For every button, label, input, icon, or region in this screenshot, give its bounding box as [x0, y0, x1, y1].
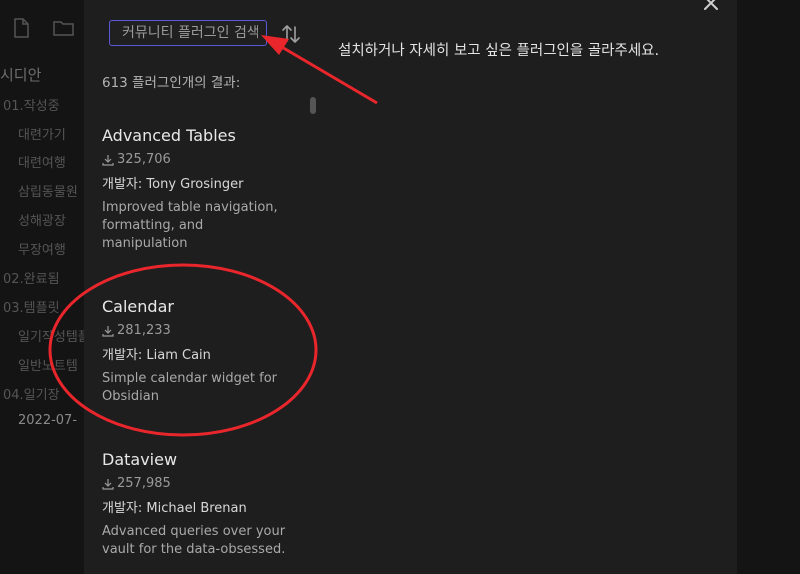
vault-sidebar: 시디안 01.작성중 대련가기 대련여행 삼립동물원 성해광장 무장여행 02.…	[0, 0, 84, 574]
vault-name: 시디안	[0, 66, 42, 84]
plugin-description: Improved table navigation, formatting, a…	[102, 200, 278, 251]
background-workspace	[737, 0, 800, 574]
tree-file[interactable]: 2022-07-	[18, 413, 77, 428]
download-count: 257,985	[117, 476, 171, 491]
close-icon[interactable]	[702, 0, 720, 12]
detail-instruction: 설치하거나 자세히 보고 싶은 플러그인을 골라주세요.	[338, 43, 660, 59]
plugin-name: Calendar	[102, 297, 174, 316]
tree-file[interactable]: 성해광장	[18, 210, 66, 229]
download-icon	[102, 326, 114, 337]
plugin-search-input[interactable]	[109, 20, 267, 46]
tree-file[interactable]: 무장여행	[18, 239, 66, 258]
tree-file[interactable]: 일기작성템플	[18, 326, 84, 345]
plugin-downloads: 281,233	[102, 323, 302, 339]
tree-file[interactable]: 삼립동물원	[18, 181, 78, 200]
tree-folder[interactable]: 03.템플릿	[3, 297, 60, 316]
download-icon	[102, 155, 114, 166]
tree-file[interactable]: 대련가기	[18, 124, 66, 143]
download-count: 281,233	[117, 323, 171, 338]
plugin-description: Advanced queries over your vault for the…	[102, 524, 286, 557]
plugin-name: Advanced Tables	[102, 126, 236, 145]
download-icon	[102, 479, 114, 490]
tree-folder[interactable]: 04.일기장	[3, 384, 60, 403]
plugin-item-advanced-tables[interactable]: Advanced Tables 325,706 개발자: Tony Grosin…	[102, 126, 302, 253]
plugin-item-calendar[interactable]: Calendar 281,233 개발자: Liam Cain Simple c…	[102, 297, 302, 406]
results-count: 613 플러그인개의 결과:	[102, 75, 241, 91]
plugin-author: 개발자: Tony Grosinger	[102, 177, 244, 192]
scrollbar-thumb[interactable]	[310, 97, 316, 114]
file-icon[interactable]	[12, 18, 30, 38]
plugin-author: 개발자: Liam Cain	[102, 348, 211, 363]
plugin-description: Simple calendar widget for Obsidian	[102, 371, 278, 404]
plugin-name: Dataview	[102, 450, 178, 469]
tree-file[interactable]: 일반노트템	[18, 355, 78, 374]
download-count: 325,706	[117, 152, 171, 167]
plugin-downloads: 257,985	[102, 476, 302, 492]
folder-icon[interactable]	[53, 18, 75, 38]
tree-file[interactable]: 대련여행	[18, 152, 66, 171]
tree-folder[interactable]: 02.완료됨	[3, 268, 60, 287]
plugin-author: 개발자: Michael Brenan	[102, 501, 247, 516]
sort-icon[interactable]	[280, 22, 302, 46]
plugin-downloads: 325,706	[102, 152, 302, 168]
plugin-list-pane: 613 플러그인개의 결과: Advanced Tables 325,706 개…	[84, 0, 317, 574]
plugin-item-dataview[interactable]: Dataview 257,985 개발자: Michael Brenan Adv…	[102, 450, 302, 559]
plugin-detail-pane: 설치하거나 자세히 보고 싶은 플러그인을 골라주세요.	[317, 0, 737, 574]
tree-folder[interactable]: 01.작성중	[3, 95, 60, 114]
